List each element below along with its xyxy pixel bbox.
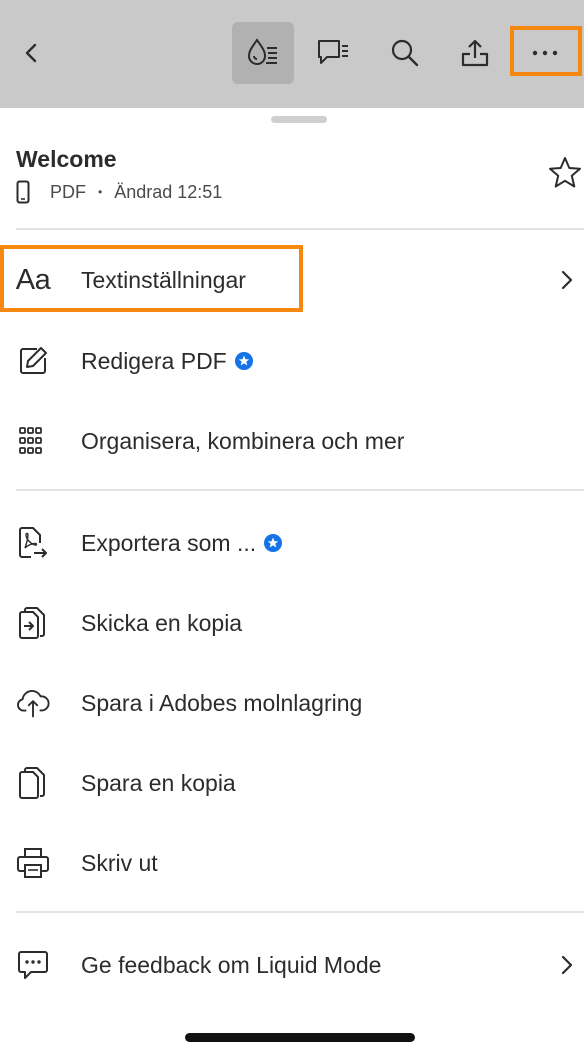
divider [16, 911, 584, 913]
meta-separator: • [98, 185, 103, 199]
grid-icon [16, 424, 50, 458]
chevron-right-icon [561, 270, 573, 290]
send-copy-icon [16, 606, 50, 640]
menu-label-feedback: Ge feedback om Liquid Mode [81, 951, 382, 978]
document-meta: PDF • Ändrad 12:51 [16, 178, 222, 206]
top-toolbar [0, 0, 584, 108]
edit-pdf-text: Redigera PDF [81, 347, 227, 374]
more-button[interactable] [514, 22, 576, 84]
cloud-upload-icon [16, 686, 50, 720]
share-icon [461, 39, 489, 67]
menu-label-edit-pdf: Redigera PDF [81, 348, 253, 375]
document-title: Welcome [16, 146, 117, 172]
phone-icon [16, 180, 30, 204]
premium-badge-icon [264, 534, 283, 552]
menu-item-save-cloud[interactable]: Spara i Adobes molnlagring [0, 663, 584, 743]
export-text: Exportera som ... [81, 529, 257, 556]
more-horizontal-icon [532, 50, 558, 56]
back-button[interactable] [0, 22, 62, 84]
menu-label-send-copy: Skicka en kopia [81, 609, 243, 636]
premium-badge-icon [234, 352, 253, 370]
text-settings-icon: Aa [15, 263, 51, 297]
comment-button[interactable] [302, 22, 364, 84]
menu-item-feedback[interactable]: Ge feedback om Liquid Mode [0, 925, 584, 1005]
home-indicator [185, 1033, 415, 1042]
divider [16, 489, 584, 491]
star-icon [549, 157, 581, 188]
favorite-button[interactable] [548, 156, 582, 195]
search-icon [391, 39, 419, 67]
share-button[interactable] [444, 22, 506, 84]
menu-label-save-cloud: Spara i Adobes molnlagring [81, 689, 363, 716]
menu-item-save-copy[interactable]: Spara en kopia [0, 743, 584, 823]
menu-label-print: Skriv ut [81, 849, 158, 876]
menu-label-export: Exportera som ... [81, 529, 283, 557]
search-button[interactable] [374, 22, 436, 84]
menu-label-text-settings: Textinställningar [81, 266, 246, 293]
menu-label-save-copy: Spara en kopia [81, 769, 236, 796]
feedback-icon [16, 948, 50, 982]
document-modified: Ändrad 12:51 [114, 181, 223, 202]
document-type: PDF [50, 181, 86, 202]
divider [16, 228, 584, 230]
text-settings-icon-glyph: Aa [15, 263, 51, 296]
chevron-right-icon [561, 955, 573, 975]
menu-item-print[interactable]: Skriv ut [0, 823, 584, 903]
menu-item-organize[interactable]: Organisera, kombinera och mer [0, 401, 584, 481]
liquid-mode-icon [247, 38, 277, 65]
menu-label-organize: Organisera, kombinera och mer [81, 427, 405, 454]
print-icon [16, 846, 50, 880]
liquid-mode-button[interactable] [232, 22, 294, 84]
actions-sheet: Welcome PDF • Ändrad 12:51 Aa Textinstäl… [0, 108, 584, 1057]
menu-item-text-settings[interactable]: Aa Textinställningar [0, 240, 584, 320]
export-pdf-icon [16, 526, 50, 560]
menu-item-export[interactable]: Exportera som ... [0, 503, 584, 583]
menu-item-edit-pdf[interactable]: Redigera PDF [0, 321, 584, 401]
menu-item-send-copy[interactable]: Skicka en kopia [0, 583, 584, 663]
edit-icon [16, 344, 50, 378]
copy-document-icon [16, 766, 50, 800]
comment-icon [318, 40, 348, 64]
sheet-grabber[interactable] [271, 116, 327, 123]
chevron-left-icon [25, 43, 37, 63]
